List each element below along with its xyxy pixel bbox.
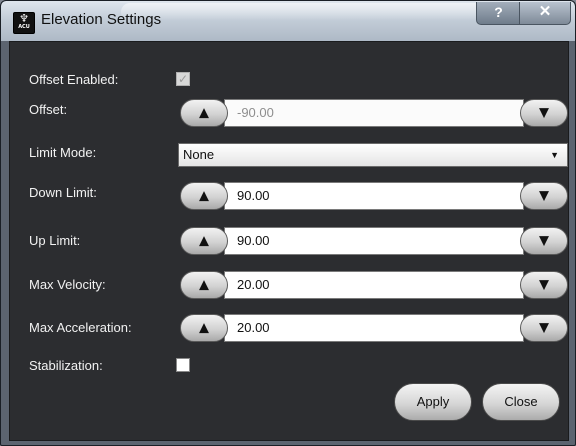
arrow-up-icon: ▲ — [199, 105, 209, 121]
down-limit-increment-button[interactable]: ▲ — [180, 182, 228, 210]
arrow-down-icon: ▼ — [539, 233, 549, 249]
limit-mode-value: None — [183, 147, 215, 162]
down-limit-label: Down Limit: — [29, 185, 97, 200]
max-velocity-label: Max Velocity: — [29, 277, 106, 292]
elevation-settings-window: ♆ ACU Elevation Settings ? ✕ Offset Enab… — [0, 0, 576, 446]
up-limit-label: Up Limit: — [29, 233, 81, 248]
limit-mode-label: Limit Mode: — [29, 145, 97, 160]
title-bar[interactable]: ♆ ACU Elevation Settings ? ✕ — [1, 1, 575, 41]
up-limit-increment-button[interactable]: ▲ — [180, 227, 228, 255]
offset-input[interactable]: -90.00 — [224, 99, 524, 127]
max-velocity-input[interactable]: 20.00 — [224, 271, 524, 299]
help-button[interactable]: ? — [476, 2, 521, 25]
arrow-down-icon: ▼ — [539, 188, 549, 204]
apply-button[interactable]: Apply — [394, 383, 472, 421]
check-icon: ✓ — [177, 72, 189, 86]
max-acceleration-input[interactable]: 20.00 — [224, 314, 524, 342]
arrow-down-icon: ▼ — [539, 320, 549, 336]
max-acceleration-spinbox: 20.00 ▲ ▼ — [180, 314, 568, 342]
window-title: Elevation Settings — [41, 11, 162, 28]
stabilization-checkbox[interactable] — [176, 358, 190, 372]
up-limit-decrement-button[interactable]: ▼ — [520, 227, 568, 255]
max-acceleration-label: Max Acceleration: — [29, 320, 132, 335]
max-velocity-spinbox: 20.00 ▲ ▼ — [180, 271, 568, 299]
offset-enabled-label: Offset Enabled: — [29, 72, 119, 87]
max-acceleration-decrement-button[interactable]: ▼ — [520, 314, 568, 342]
offset-enabled-checkbox[interactable]: ✓ — [176, 72, 190, 86]
offset-label: Offset: — [29, 102, 68, 117]
arrow-down-icon: ▼ — [539, 105, 549, 121]
app-icon: ♆ ACU — [13, 12, 35, 34]
dialog-client-area: Offset Enabled: ✓ Offset: -90.00 ▲ ▼ Lim… — [9, 41, 569, 441]
down-limit-decrement-button[interactable]: ▼ — [520, 182, 568, 210]
close-window-button[interactable]: ✕ — [519, 2, 571, 25]
arrow-up-icon: ▲ — [199, 233, 209, 249]
max-acceleration-increment-button[interactable]: ▲ — [180, 314, 228, 342]
offset-spinbox: -90.00 ▲ ▼ — [180, 99, 568, 127]
down-limit-input[interactable]: 90.00 — [224, 182, 524, 210]
offset-decrement-button[interactable]: ▼ — [520, 99, 568, 127]
max-velocity-increment-button[interactable]: ▲ — [180, 271, 228, 299]
max-velocity-decrement-button[interactable]: ▼ — [520, 271, 568, 299]
arrow-down-icon: ▼ — [539, 277, 549, 293]
limit-mode-select[interactable]: None ▼ — [178, 143, 568, 167]
offset-increment-button[interactable]: ▲ — [180, 99, 228, 127]
arrow-up-icon: ▲ — [199, 188, 209, 204]
close-button[interactable]: Close — [482, 383, 560, 421]
arrow-up-icon: ▲ — [199, 320, 209, 336]
down-limit-spinbox: 90.00 ▲ ▼ — [180, 182, 568, 210]
up-limit-spinbox: 90.00 ▲ ▼ — [180, 227, 568, 255]
stabilization-label: Stabilization: — [29, 358, 103, 373]
dropdown-arrow-icon: ▼ — [550, 150, 559, 160]
up-limit-input[interactable]: 90.00 — [224, 227, 524, 255]
arrow-up-icon: ▲ — [199, 277, 209, 293]
